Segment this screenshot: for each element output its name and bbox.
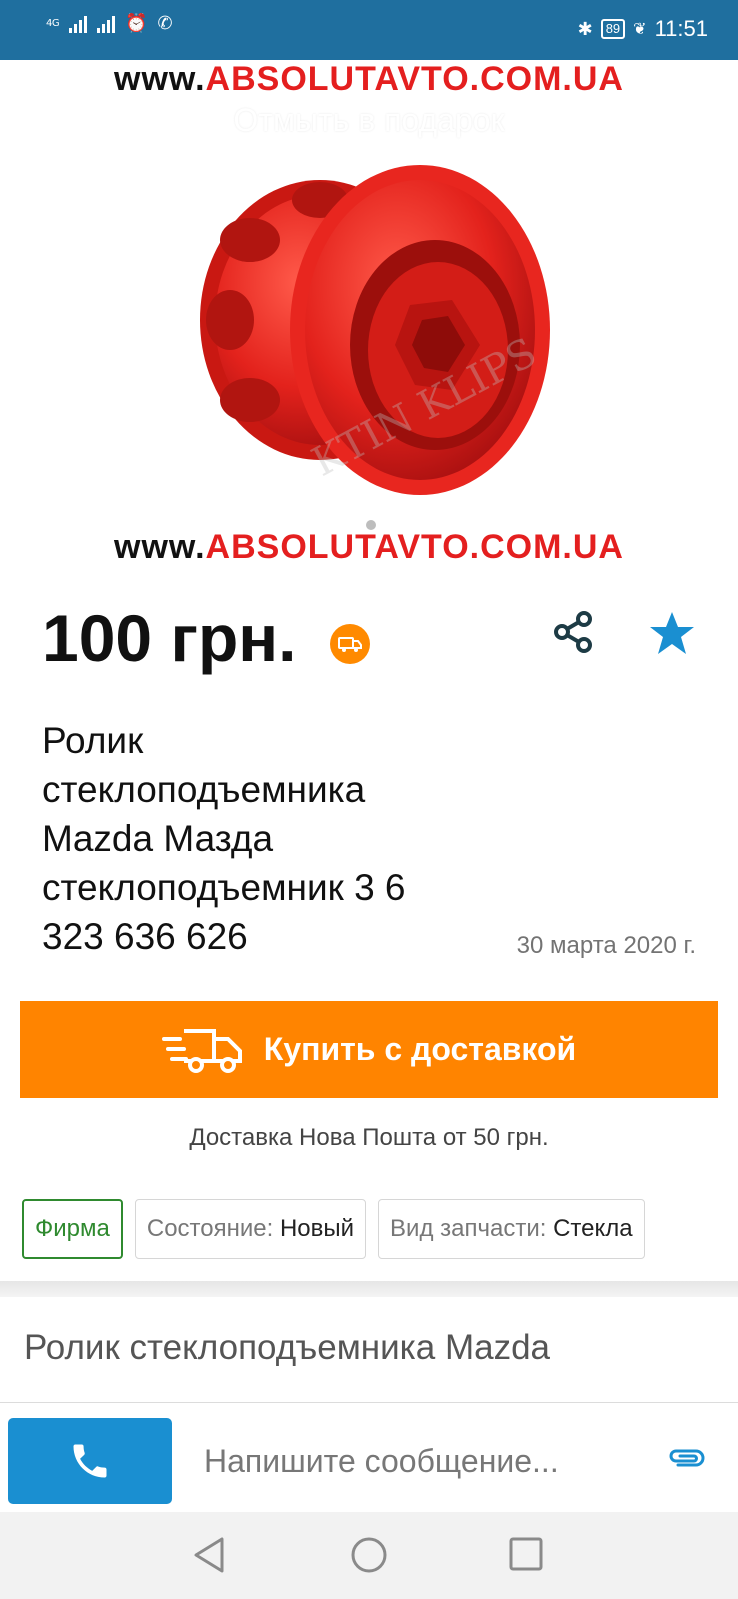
message-input[interactable]: Напишите сообщение... [204, 1443, 559, 1480]
battery-icon: 89 [600, 19, 626, 39]
product-title: Ролик стеклоподъемника Mazda Мазда стекл… [42, 720, 406, 957]
signal-icon [69, 15, 88, 33]
buy-with-delivery-button[interactable]: Купить с доставкой [20, 1001, 718, 1098]
listing-date: 30 марта 2020 г. [516, 932, 696, 959]
attribute-tags: Фирма Состояние: Новый Вид запчасти: Сте… [22, 1199, 645, 1259]
watermark-bottom: www.ABSOLUTAVTO.COM.UA [114, 528, 624, 566]
alarm-icon: ⏰ [125, 13, 148, 34]
home-icon[interactable] [350, 1536, 388, 1579]
clock: 11:51 [654, 16, 708, 41]
tag-condition[interactable]: Состояние: Новый [134, 1199, 367, 1259]
share-icon[interactable] [552, 610, 596, 659]
status-left: 4G ⏰ ✆ [46, 14, 173, 34]
recents-icon[interactable] [508, 1536, 544, 1577]
shipping-info: Доставка Нова Пошта от 50 грн. [189, 1124, 549, 1151]
paperclip-icon[interactable] [664, 1445, 708, 1476]
product-image[interactable]: www.ABSOLUTAVTO.COM.UA Отмыть в подарок [0, 60, 738, 570]
delivery-truck-icon [330, 624, 370, 664]
product-page: 4G ⏰ ✆ ✱ 89 ❦ 11:51 www.ABSOLUTAVTO.COM.… [0, 0, 738, 1599]
tag-firm[interactable]: Фирма [22, 1199, 123, 1259]
signal-icon-2 [97, 15, 116, 33]
section-divider [0, 1281, 738, 1297]
buy-button-label: Купить с доставкой [263, 1031, 577, 1067]
tag-part-type[interactable]: Вид запчасти: Стекла [378, 1199, 645, 1259]
watermark-top: www.ABSOLUTAVTO.COM.UA [114, 60, 624, 98]
star-icon[interactable] [648, 610, 696, 661]
message-bar: Напишите сообщение... [0, 1402, 738, 1512]
delivery-truck-icon [161, 1028, 242, 1073]
phone-icon [73, 1444, 107, 1478]
leaf-icon: ❦ [633, 21, 647, 38]
call-button[interactable] [8, 1418, 172, 1504]
status-bar: 4G ⏰ ✆ ✱ 89 ❦ 11:51 [0, 0, 738, 60]
network-type: 4G [46, 18, 60, 29]
roller-picture: KTIN KLIPS [200, 165, 550, 495]
viber-icon: ✆ [157, 13, 173, 34]
status-right: ✱ 89 ❦ 11:51 [578, 16, 708, 42]
back-icon[interactable] [192, 1536, 228, 1579]
system-navigation-bar [0, 1512, 738, 1599]
price: 100 грн. [42, 601, 297, 675]
description-title: Ролик стеклоподъемника Mazda [24, 1328, 551, 1367]
bluetooth-icon: ✱ [577, 18, 593, 39]
